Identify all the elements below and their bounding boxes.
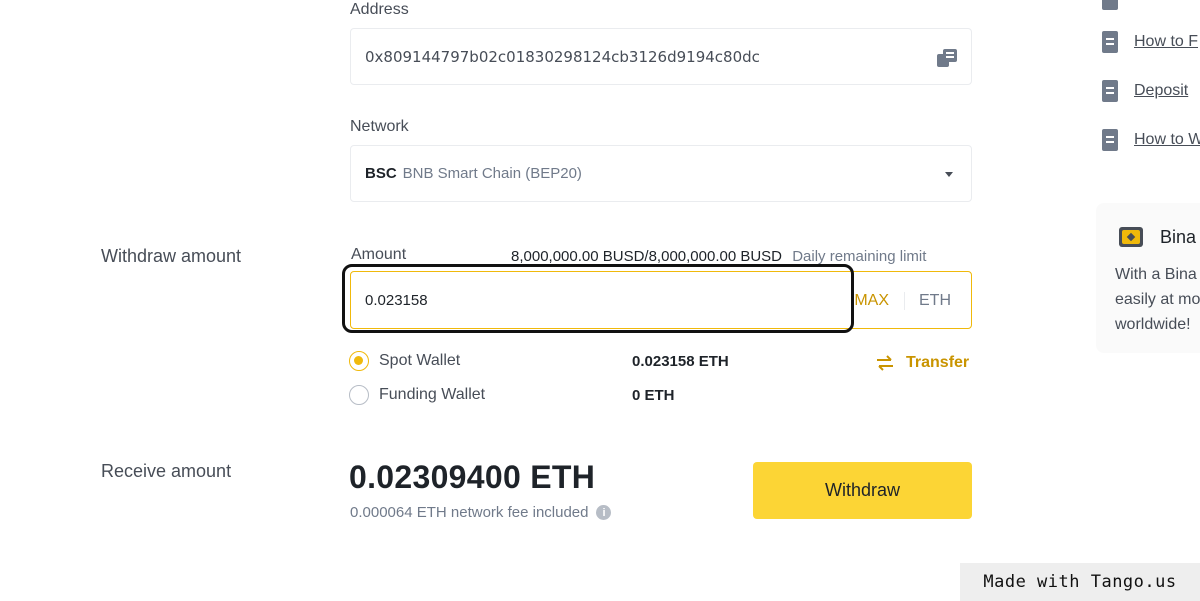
daily-limit: 8,000,000.00 BUSD/8,000,000.00 BUSD Dail…	[511, 248, 926, 265]
amount-unit: ETH	[919, 292, 951, 309]
network-fee: 0.000064 ETH network fee included i	[350, 504, 612, 521]
receive-value: 0.02309400 ETH	[349, 459, 596, 495]
transfer-label: Transfer	[906, 354, 970, 371]
spot-wallet-balance: 0.023158 ETH	[632, 353, 729, 370]
card-icon	[1119, 227, 1143, 247]
promo-line: easily at mo	[1115, 291, 1200, 308]
limit-label: Daily remaining limit	[792, 248, 927, 265]
transfer-icon	[877, 355, 893, 371]
document-icon	[1102, 80, 1118, 102]
document-icon	[1102, 129, 1118, 151]
receive-amount-label: Receive amount	[101, 461, 232, 481]
right-link-top[interactable]	[1100, 0, 1120, 10]
link-text: How to W	[1134, 131, 1200, 148]
document-icon	[1102, 31, 1118, 53]
promo-line: worldwide!	[1115, 316, 1191, 333]
chevron-down-icon	[945, 172, 953, 177]
promo-line: With a Bina	[1115, 266, 1197, 283]
funding-wallet-label: Funding Wallet	[379, 386, 486, 403]
right-link-2[interactable]: Deposit	[1100, 80, 1188, 102]
network-select[interactable]: BSC BNB Smart Chain (BEP20)	[350, 145, 972, 202]
funding-wallet-radio[interactable]	[349, 385, 369, 405]
tango-watermark: Made with Tango.us	[960, 563, 1200, 601]
spot-wallet-radio[interactable]	[349, 351, 369, 371]
spot-wallet-label: Spot Wallet	[379, 352, 461, 369]
amount-label: Amount	[351, 246, 407, 263]
transfer-button[interactable]: Transfer	[876, 354, 969, 372]
network-label: Network	[350, 118, 409, 135]
funding-wallet-balance: 0 ETH	[632, 387, 675, 404]
address-label: Address	[350, 1, 409, 18]
promo-title: Bina	[1160, 227, 1197, 247]
promo-body: With a Bina easily at mo worldwide!	[1115, 262, 1200, 337]
fee-text: 0.000064 ETH network fee included	[350, 504, 589, 521]
withdraw-button[interactable]: Withdraw	[753, 462, 972, 519]
link-text: How to F	[1134, 33, 1199, 50]
highlight-box	[342, 264, 854, 333]
address-field[interactable]: 0x809144797b02c01830298124cb3126d9194c80…	[350, 28, 972, 85]
paste-icon[interactable]	[937, 49, 957, 67]
address-value: 0x809144797b02c01830298124cb3126d9194c80…	[365, 47, 760, 66]
max-button[interactable]: MAX	[854, 292, 889, 310]
link-text: Deposit	[1134, 82, 1189, 99]
right-link-3[interactable]: How to W	[1100, 129, 1200, 151]
withdraw-amount-label: Withdraw amount	[101, 246, 242, 266]
divider	[904, 292, 905, 310]
limit-values: 8,000,000.00 BUSD/8,000,000.00 BUSD	[511, 248, 783, 265]
right-link-1[interactable]: How to F	[1100, 31, 1198, 53]
network-name: BNB Smart Chain (BEP20)	[402, 165, 582, 182]
network-code: BSC	[365, 165, 397, 182]
document-icon	[1102, 0, 1118, 10]
info-icon[interactable]: i	[596, 505, 612, 520]
